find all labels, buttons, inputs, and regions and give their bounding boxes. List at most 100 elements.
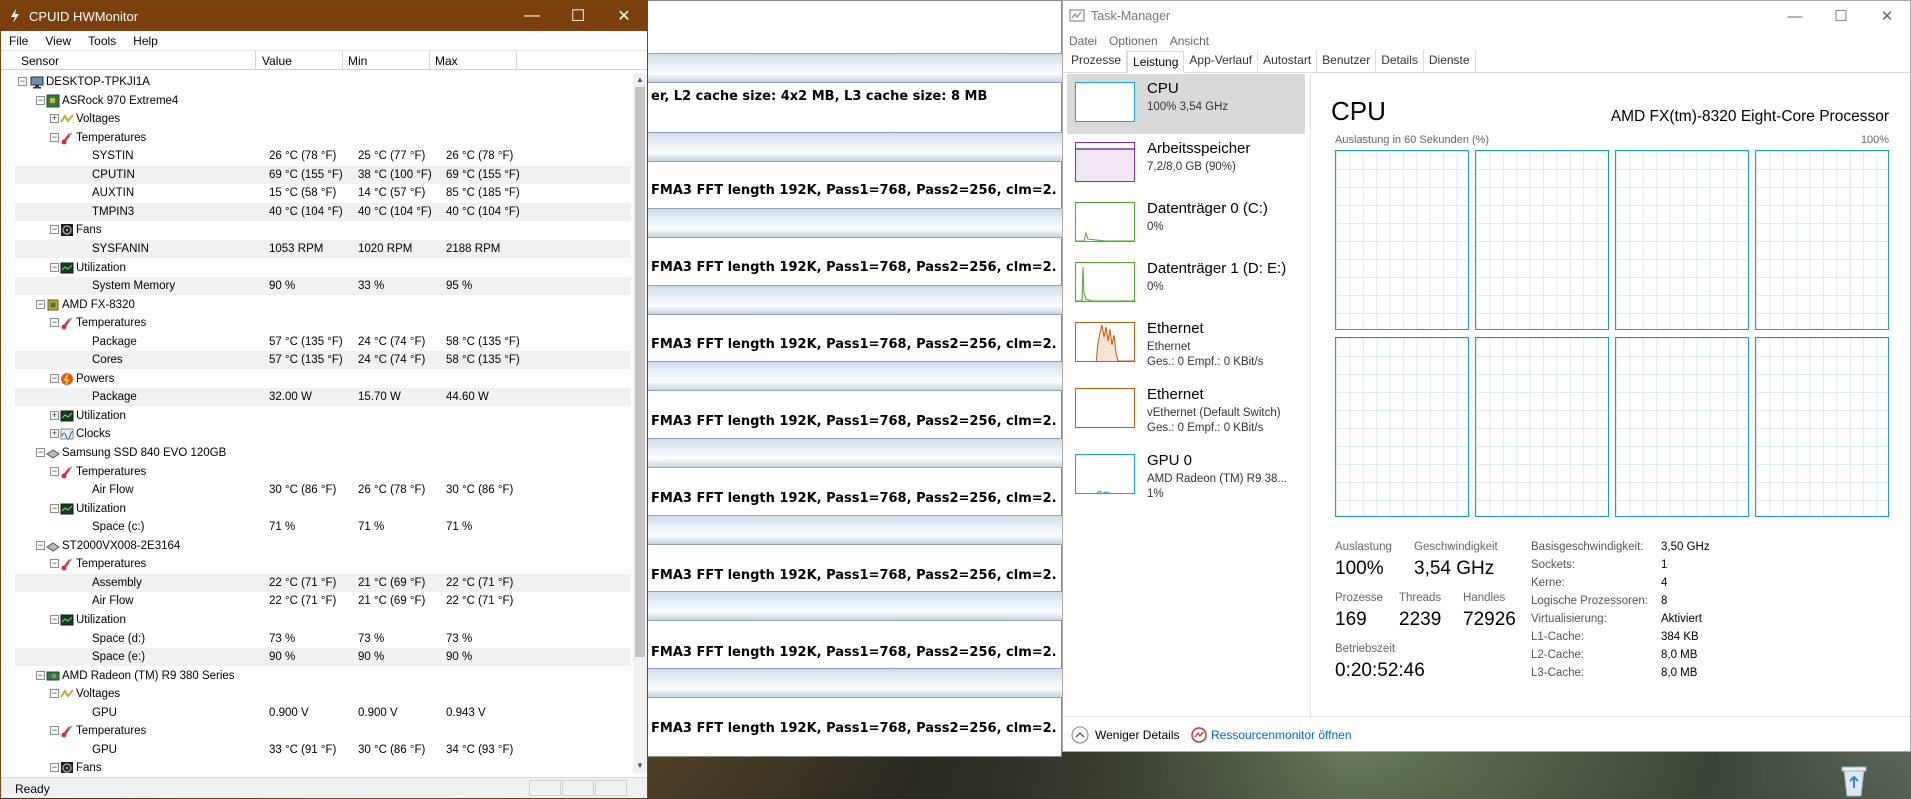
tree-group-row[interactable]: + Utilization: [15, 407, 631, 425]
tree-group-row[interactable]: + Clocks: [15, 425, 631, 443]
menu-view[interactable]: View: [37, 34, 80, 48]
col-min[interactable]: Min: [348, 54, 367, 68]
tree-group-row[interactable]: − Voltages: [15, 685, 631, 703]
tree-group-row[interactable]: − Temperatures: [15, 129, 631, 147]
tree-group-row[interactable]: − Temperatures: [15, 722, 631, 740]
scroll-up-icon[interactable]: ▲: [633, 73, 647, 87]
title-bar[interactable]: CPUID HWMonitor — ☐ ✕: [1, 1, 647, 31]
menu-help[interactable]: Help: [125, 34, 167, 48]
sensor-row[interactable]: Package 32.00 W 15.70 W 44.60 W: [15, 388, 631, 407]
sensor-row[interactable]: Assembly 22 °C (71 °F) 21 °C (69 °F) 22 °C …: [15, 573, 631, 592]
collapse-icon[interactable]: −: [36, 540, 45, 550]
vertical-scrollbar[interactable]: ▲ ▼: [633, 73, 647, 773]
collapse-icon[interactable]: −: [36, 299, 45, 309]
tree-group-row[interactable]: − Utilization: [15, 259, 631, 277]
collapse-icon[interactable]: −: [50, 559, 59, 569]
collapse-icon[interactable]: −: [50, 262, 59, 272]
open-resource-monitor-link[interactable]: Ressourcenmonitor öffnen: [1211, 728, 1352, 742]
sensor-row[interactable]: System Memory 90 % 33 % 95 %: [15, 277, 631, 296]
sensor-row[interactable]: Space (c:) 71 % 71 % 71 %: [15, 518, 631, 536]
tree-group-row[interactable]: − Temperatures: [15, 555, 631, 573]
tab-prozesse[interactable]: Prozesse: [1066, 50, 1128, 72]
fewer-details-link[interactable]: Weniger Details: [1095, 728, 1179, 742]
tree-group-row[interactable]: − AMD FX-8320: [15, 296, 631, 314]
sensor-row[interactable]: Air Flow 22 °C (71 °F) 21 °C (69 °F) 22 °C …: [15, 592, 631, 610]
collapse-icon[interactable]: −: [50, 132, 59, 142]
tab-dienste[interactable]: Dienste: [1424, 50, 1476, 72]
tab-app-verlauf[interactable]: App-Verlauf: [1184, 50, 1259, 72]
recycle-bin-icon[interactable]: [1838, 764, 1870, 798]
resource-item[interactable]: Ethernet vEthernet (Default Switch) Ges.: …: [1067, 380, 1305, 440]
collapse-icon[interactable]: −: [36, 95, 45, 105]
collapse-icon[interactable]: −: [50, 225, 59, 235]
tree-group-row[interactable]: − Powers: [15, 370, 631, 388]
resource-item[interactable]: Ethernet Ethernet Ges.: 0 Empf.: 0 KBit/s: [1067, 314, 1305, 374]
tab-benutzer[interactable]: Benutzer: [1317, 50, 1377, 72]
tree-group-row[interactable]: + Voltages: [15, 110, 631, 128]
tree-group-row[interactable]: − ST2000VX008-2E3164: [15, 537, 631, 555]
collapse-icon[interactable]: −: [18, 77, 27, 86]
scrollbar-thumb[interactable]: [635, 87, 645, 657]
sensor-row[interactable]: Air Flow 30 °C (86 °F) 26 °C (78 °F) 30 °C …: [15, 481, 631, 499]
close-button[interactable]: ✕: [1864, 1, 1910, 31]
sensor-row[interactable]: Cores 57 °C (135 °F) 24 °C (74 °F) 58 °C (1…: [15, 351, 631, 370]
minimize-button[interactable]: —: [1772, 1, 1818, 31]
expand-icon[interactable]: +: [50, 410, 59, 420]
maximize-button[interactable]: ☐: [555, 1, 601, 31]
close-button[interactable]: ✕: [601, 1, 647, 31]
collapse-icon[interactable]: −: [36, 448, 45, 457]
sensor-row[interactable]: CPUTIN 69 °C (155 °F) 38 °C (100 °F) 69 °C …: [15, 165, 631, 184]
collapse-icon[interactable]: −: [50, 373, 59, 383]
expand-icon[interactable]: +: [50, 114, 59, 124]
menu-file[interactable]: File: [1, 34, 37, 48]
tree-group-row[interactable]: − Temperatures: [15, 463, 631, 481]
collapse-icon[interactable]: −: [50, 689, 59, 699]
tab-details[interactable]: Details: [1376, 50, 1424, 72]
tree-group-row[interactable]: − Utilization: [15, 611, 631, 629]
sensor-row[interactable]: GPU 0.900 V 0.900 V 0.943 V: [15, 704, 631, 722]
collapse-icon[interactable]: −: [50, 726, 59, 736]
col-sensor[interactable]: Sensor: [21, 54, 59, 68]
tree-group-row[interactable]: − ASRock 970 Extreme4: [15, 92, 631, 110]
menu-datei[interactable]: Datei: [1063, 34, 1103, 48]
collapse-icon[interactable]: −: [50, 763, 59, 773]
tab-autostart[interactable]: Autostart: [1258, 50, 1318, 72]
sensor-row[interactable]: Space (d:) 73 % 73 % 73 %: [15, 630, 631, 648]
collapse-icon[interactable]: −: [50, 318, 59, 328]
collapse-icon[interactable]: −: [36, 670, 45, 680]
sensor-row[interactable]: SYSFANIN 1053 RPM 1020 RPM 2188 RPM: [15, 239, 631, 258]
tree-group-row[interactable]: − Fans: [15, 221, 631, 239]
resource-item[interactable]: GPU 0 AMD Radeon (TM) R9 38... 1%: [1067, 446, 1305, 506]
maximize-button[interactable]: ☐: [1818, 1, 1864, 31]
tab-leistung[interactable]: Leistung: [1127, 51, 1185, 73]
resource-item[interactable]: Arbeitsspeicher 7,2/8,0 GB (90%): [1067, 134, 1305, 194]
sensor-row[interactable]: Space (e:) 90 % 90 % 90 %: [15, 648, 631, 667]
tree-group-row[interactable]: − Utilization: [15, 500, 631, 518]
tree-group-row[interactable]: − Samsung SSD 840 EVO 120GB: [15, 444, 631, 462]
resource-item[interactable]: Datenträger 0 (C:) 0%: [1067, 194, 1305, 254]
collapse-icon[interactable]: −: [50, 466, 59, 476]
tree-group-row[interactable]: − Fans: [15, 759, 631, 773]
collapse-icon[interactable]: −: [50, 614, 59, 624]
menu-ansicht[interactable]: Ansicht: [1164, 34, 1215, 48]
sensor-row[interactable]: AUXTIN 15 °C (58 °F) 14 °C (57 °F) 85 °C (1…: [15, 184, 631, 202]
tree-group-row[interactable]: − DESKTOP-TPKJI1A: [15, 73, 631, 91]
resource-item[interactable]: Datenträger 1 (D: E:) 0%: [1067, 254, 1305, 314]
minimize-button[interactable]: —: [509, 1, 555, 31]
expand-icon[interactable]: +: [50, 429, 59, 439]
col-max[interactable]: Max: [435, 54, 458, 68]
menu-optionen[interactable]: Optionen: [1103, 34, 1164, 48]
sensor-row[interactable]: GPU 33 °C (91 °F) 30 °C (86 °F) 34 °C (93 °…: [15, 741, 631, 759]
collapse-icon[interactable]: −: [50, 503, 59, 513]
sensor-row[interactable]: Package 57 °C (135 °F) 24 °C (74 °F) 58 °C …: [15, 333, 631, 351]
title-bar[interactable]: Task-Manager — ☐ ✕: [1063, 1, 1910, 31]
col-value[interactable]: Value: [262, 54, 292, 68]
sensor-row[interactable]: SYSTIN 26 °C (78 °F) 25 °C (77 °F) 26 °C (7…: [15, 147, 631, 165]
menu-tools[interactable]: Tools: [80, 34, 125, 48]
tree-group-row[interactable]: − Temperatures: [15, 314, 631, 332]
tree-group-row[interactable]: − AMD Radeon (TM) R9 380 Series: [15, 667, 631, 685]
resource-item[interactable]: CPU 100% 3,54 GHz: [1067, 74, 1305, 134]
chevron-up-icon[interactable]: [1071, 726, 1089, 744]
sensor-row[interactable]: TMPIN3 40 °C (104 °F) 40 °C (104 °F) 40 °C …: [15, 202, 631, 221]
sensor-tree[interactable]: − DESKTOP-TPKJI1A − ASRock 970 Extreme4 + Vol…: [15, 73, 631, 773]
